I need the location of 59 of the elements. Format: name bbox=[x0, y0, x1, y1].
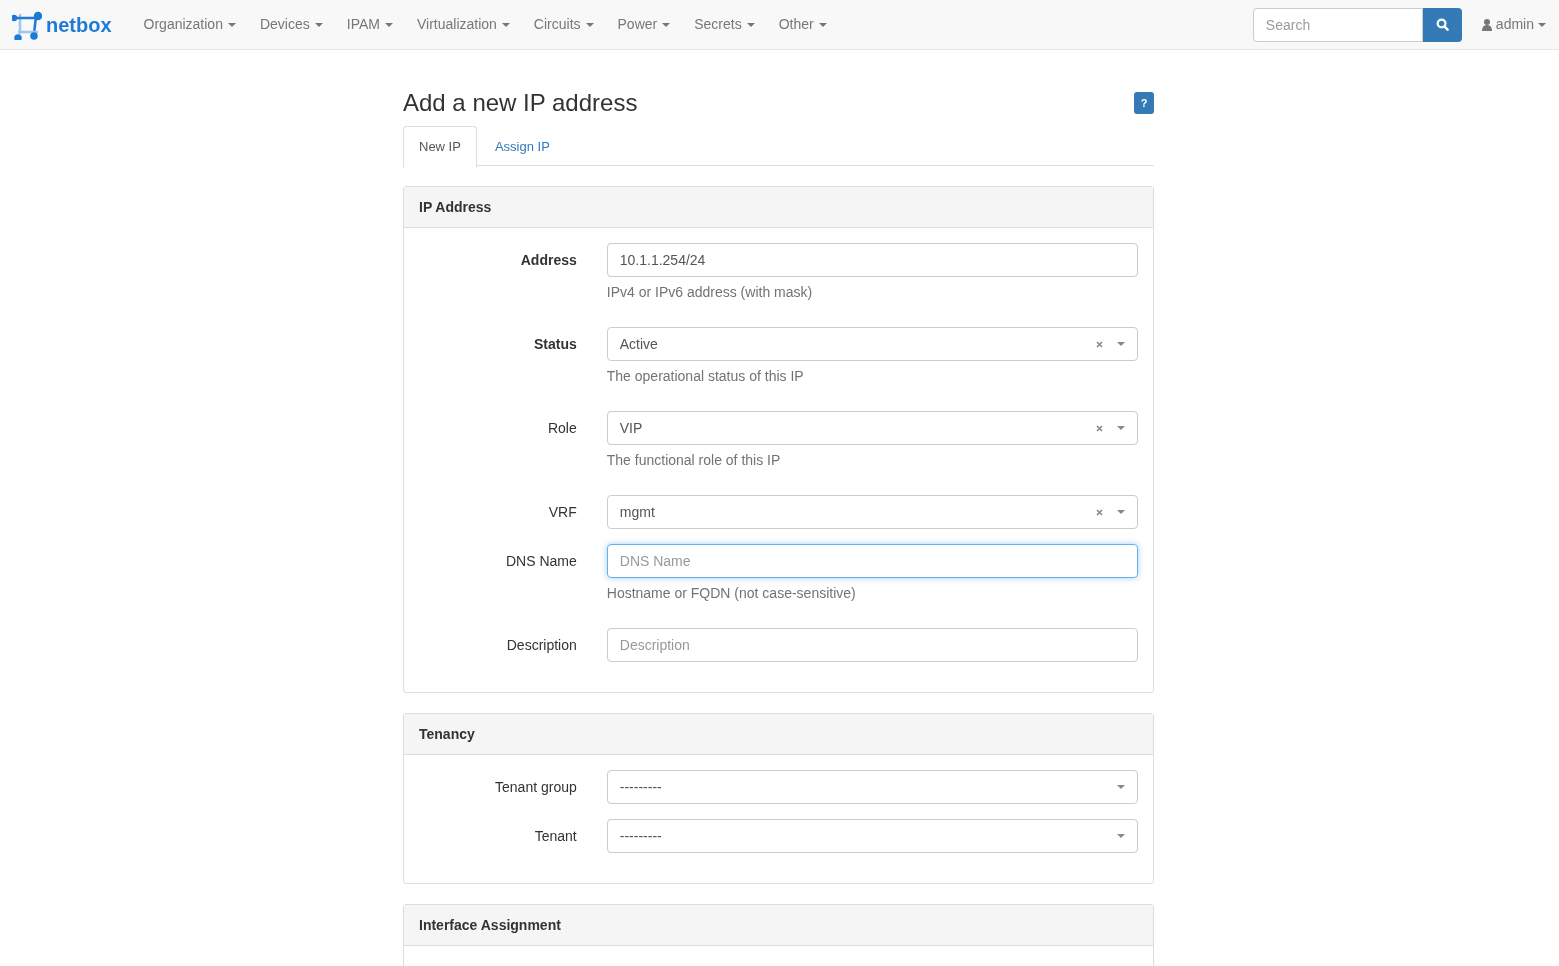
dropdown-caret-icon bbox=[1117, 785, 1125, 789]
search-icon bbox=[1435, 18, 1449, 31]
search-field[interactable]: Search bbox=[1252, 7, 1423, 42]
caret-icon bbox=[227, 22, 236, 27]
dropdown-caret-icon bbox=[1117, 834, 1125, 838]
caret-icon bbox=[501, 22, 510, 27]
panel-heading: Interface Assignment bbox=[404, 905, 1153, 946]
clear-icon[interactable] bbox=[1096, 424, 1103, 432]
field-label: Role bbox=[546, 419, 577, 438]
dropdown-caret-icon bbox=[1117, 342, 1125, 346]
nav-menu[interactable]: Virtualization bbox=[404, 0, 522, 50]
select-field[interactable]: --------- bbox=[606, 819, 1138, 853]
netbox-logo-icon[interactable] bbox=[12, 9, 42, 40]
nav-menu[interactable]: Other bbox=[766, 0, 839, 50]
caret-icon bbox=[585, 22, 594, 27]
field-label: Tenant bbox=[533, 827, 577, 846]
field-label: VRF bbox=[547, 503, 577, 522]
select-field[interactable]: mgmt bbox=[606, 495, 1138, 529]
field-label: DNS Name bbox=[504, 552, 577, 571]
tab[interactable]: Assign IP bbox=[476, 126, 568, 168]
page-title: Add a new IP address bbox=[403, 88, 638, 118]
text-field[interactable]: Description bbox=[606, 628, 1138, 662]
dropdown-caret-icon bbox=[1117, 510, 1125, 514]
field-label: Address bbox=[519, 251, 577, 270]
dropdown-caret-icon bbox=[1117, 426, 1125, 430]
tab[interactable]: New IP bbox=[403, 126, 477, 168]
field-label: Description bbox=[505, 636, 577, 655]
help-text: IPv4 or IPv6 address (with mask) bbox=[606, 283, 814, 302]
select-field[interactable]: VIP bbox=[606, 411, 1138, 445]
search-button[interactable] bbox=[1422, 7, 1462, 42]
text-field[interactable]: 10.1.1.254/24 bbox=[606, 243, 1138, 277]
caret-icon bbox=[818, 22, 827, 27]
panel-heading: Tenancy bbox=[404, 714, 1153, 755]
caret-icon bbox=[314, 22, 323, 27]
nav-menu[interactable]: Organization bbox=[131, 0, 248, 50]
clear-icon[interactable] bbox=[1096, 508, 1103, 516]
field-label: Tenant group bbox=[494, 778, 577, 797]
caret-icon bbox=[384, 22, 393, 27]
select-field[interactable]: --------- bbox=[606, 770, 1138, 804]
clear-icon[interactable] bbox=[1096, 340, 1103, 348]
nav-menu[interactable]: Circuits bbox=[521, 0, 606, 50]
help-text: The operational status of this IP bbox=[606, 367, 805, 386]
user-menu[interactable]: admin bbox=[1481, 14, 1546, 35]
caret-icon bbox=[746, 22, 755, 27]
nav-menu[interactable]: Devices bbox=[247, 0, 335, 50]
nav-menu[interactable]: Secrets bbox=[682, 0, 767, 50]
nav-menu[interactable]: IPAM bbox=[334, 0, 405, 50]
panel-heading: IP Address bbox=[404, 187, 1153, 228]
help-button[interactable]: ? bbox=[1134, 92, 1154, 114]
user-icon bbox=[1481, 18, 1492, 31]
help-text: Hostname or FQDN (not case-sensitive) bbox=[606, 584, 857, 603]
brand-link[interactable]: netbox bbox=[46, 9, 112, 40]
field-label: Status bbox=[532, 335, 577, 354]
caret-icon bbox=[1538, 22, 1546, 27]
caret-icon bbox=[662, 22, 671, 27]
help-text: The functional role of this IP bbox=[606, 451, 782, 470]
select-field[interactable]: Active bbox=[606, 327, 1138, 361]
text-field[interactable]: DNS Name bbox=[606, 544, 1138, 578]
nav-menu[interactable]: Power bbox=[605, 0, 683, 50]
